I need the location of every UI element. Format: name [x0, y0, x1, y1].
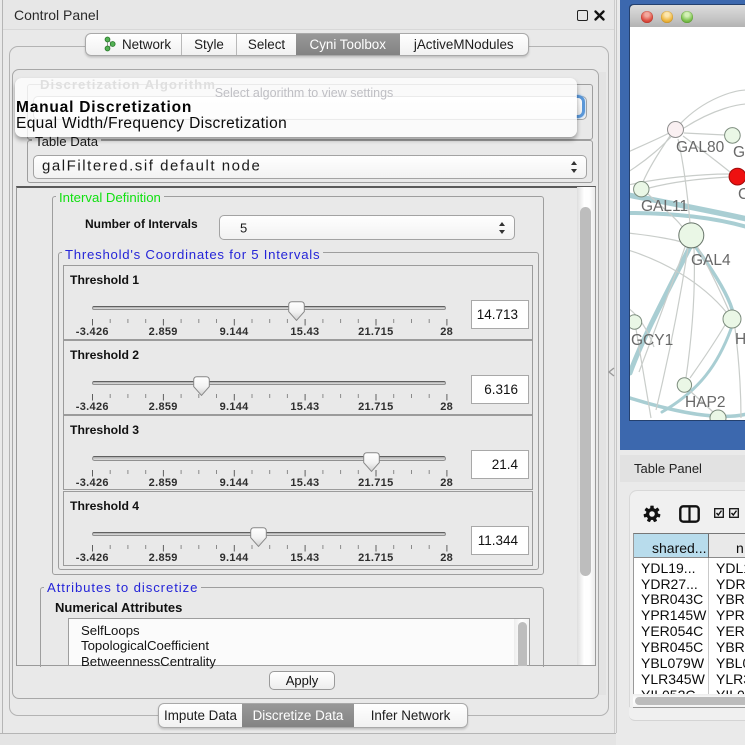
svg-text:GAL11: GAL11 — [641, 198, 688, 215]
svg-text:GAL4: GAL4 — [691, 252, 731, 269]
svg-text:GAL80: GAL80 — [676, 139, 725, 156]
svg-text:GCY1: GCY1 — [631, 332, 673, 349]
svg-text:H: H — [735, 331, 745, 348]
svg-text:C: C — [738, 186, 745, 203]
svg-text:G.: G. — [733, 144, 745, 161]
svg-text:HAP2: HAP2 — [685, 394, 726, 411]
